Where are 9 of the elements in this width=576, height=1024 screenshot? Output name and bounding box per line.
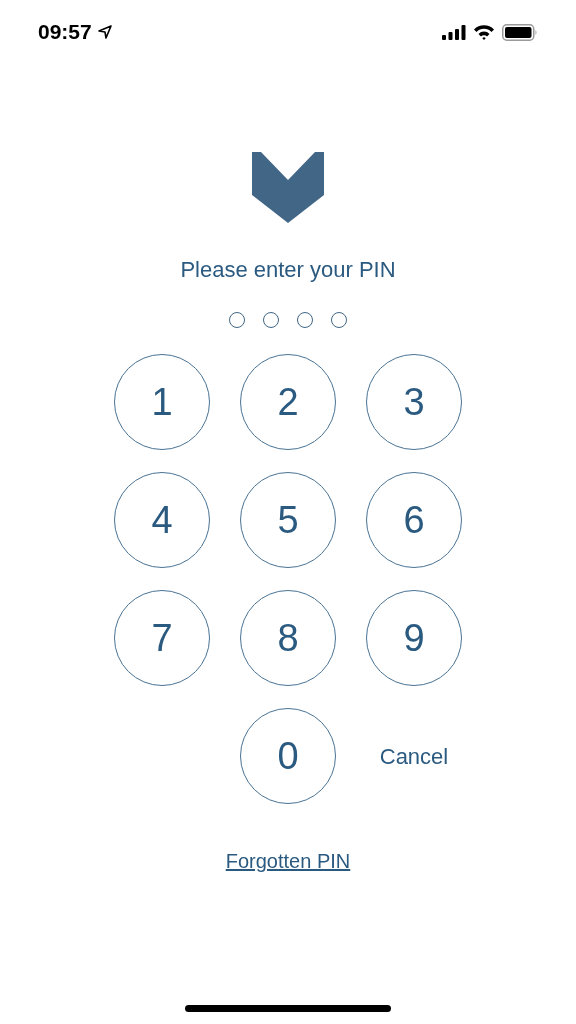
- location-arrow-icon: [97, 25, 112, 39]
- signal-icon: [442, 24, 466, 40]
- status-time: 09:57: [38, 19, 92, 46]
- wifi-icon: [473, 24, 495, 40]
- battery-icon: [502, 23, 538, 41]
- forgotten-pin-link[interactable]: Forgotten PIN: [225, 846, 351, 876]
- pin-prompt: Please enter your PIN: [180, 256, 396, 284]
- cancel-button[interactable]: Cancel: [379, 739, 449, 773]
- shield-logo-icon: [252, 152, 324, 224]
